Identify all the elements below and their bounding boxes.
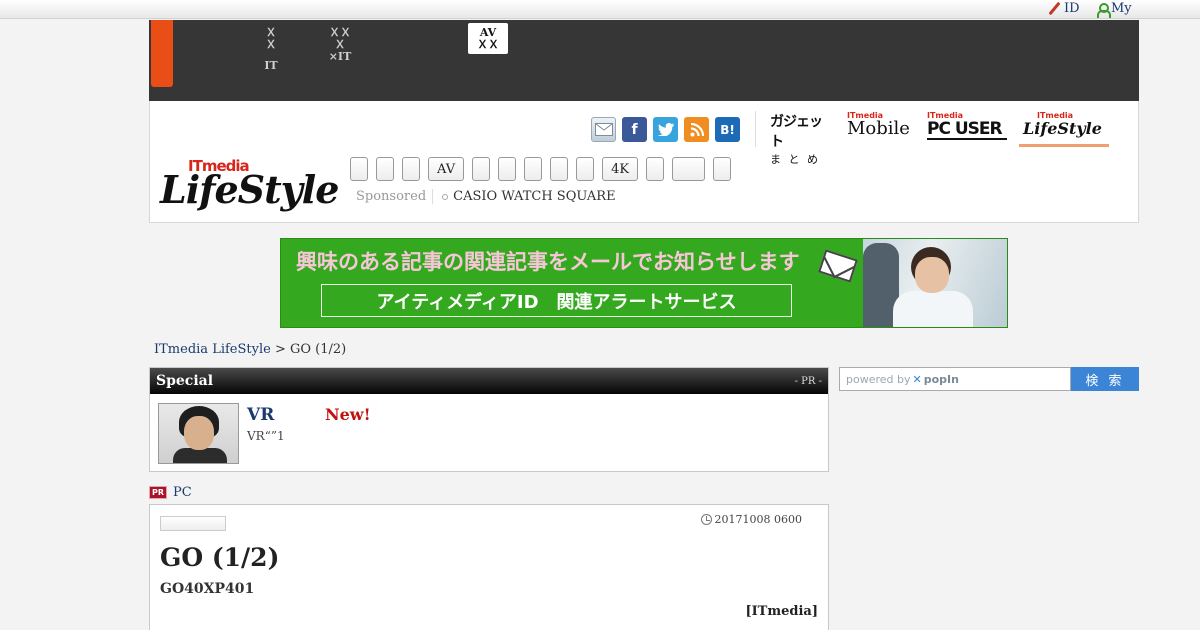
nav-item-2-line1: ＸＸＸ	[329, 26, 351, 51]
site-link-mobile[interactable]: ITmedia Mobile	[847, 111, 917, 138]
article-header: 20171008 0600 GO (1/2) GO40XP401 [ITmedi…	[149, 504, 829, 630]
special-thumbnail[interactable]	[158, 403, 239, 464]
special-header: Special - PR -	[150, 368, 828, 394]
id-link[interactable]: ID	[1047, 1, 1080, 16]
twitter-icon[interactable]	[653, 117, 678, 142]
sponsored-label: Sponsored	[356, 189, 427, 204]
gadget-line2: ま と め	[770, 153, 820, 166]
bullet-icon	[442, 193, 449, 200]
sponsored-row: Sponsored CASIO WATCH SQUARE	[356, 189, 616, 204]
nav-active-line2: ＸＸ	[477, 38, 499, 51]
sponsored-divider	[432, 189, 434, 204]
breadcrumb-current: GO (1/2)	[289, 342, 347, 357]
category-button[interactable]	[713, 157, 732, 181]
category-button[interactable]	[550, 157, 569, 181]
alert-service-banner[interactable]: 興味のある記事の関連記事をメールでお知らせします アイティメディアID 関連アラ…	[280, 238, 1008, 328]
hatena-bookmark-icon[interactable]: B!	[715, 117, 740, 142]
gadget-line1: ガジェット	[770, 114, 823, 150]
breadcrumb: ITmedia LifeStyle > GO (1/2)	[154, 342, 346, 357]
special-pr-label: - PR -	[794, 375, 822, 387]
logo-lifestyle[interactable]: LifeStyle	[160, 167, 339, 212]
facebook-icon[interactable]: f	[622, 117, 647, 142]
site-search: powered by ✕ popIn 検 索	[839, 367, 1139, 391]
site-header: f B! ガジェット ま と め ITmedia Mobile ITmedia …	[149, 101, 1139, 223]
lifestyle-name: LifeStyle	[1023, 119, 1102, 138]
search-button[interactable]: 検 索	[1071, 367, 1139, 391]
envelope-icon	[818, 249, 858, 283]
pencil-icon	[1047, 2, 1061, 16]
global-nav: ＸＸ IT ＸＸＸ ×IT AV ＸＸ	[149, 20, 1139, 102]
nav-item-2[interactable]: ＸＸＸ ×IT	[325, 27, 355, 63]
user-icon	[1096, 2, 1111, 18]
category-button[interactable]	[646, 157, 665, 181]
mobile-name: Mobile	[847, 118, 910, 139]
nav-item-1-line1: ＸＸ	[265, 26, 277, 51]
pr-badge: PR	[149, 486, 168, 499]
site-link-gadget[interactable]: ガジェット ま と め	[770, 111, 830, 167]
category-button[interactable]	[576, 157, 595, 181]
header-divider	[755, 111, 756, 147]
article-date: 20171008 0600	[700, 513, 802, 526]
rss-icon[interactable]	[684, 117, 709, 142]
id-link-label: ID	[1064, 1, 1080, 16]
category-button[interactable]	[524, 157, 543, 181]
nav-accent-tab[interactable]	[151, 20, 173, 87]
search-powered-by: powered by	[846, 372, 911, 386]
article-category-tag[interactable]	[160, 516, 226, 531]
nav-item-1[interactable]: ＸＸ IT	[261, 27, 281, 72]
site-link-pcuser[interactable]: ITmedia PC USER	[927, 111, 1011, 140]
category-button[interactable]	[672, 157, 706, 181]
mail-icon[interactable]	[591, 117, 616, 142]
special-item-title[interactable]: VR	[247, 405, 274, 425]
new-badge: New!	[325, 405, 371, 424]
popin-logo-icon: ✕	[912, 372, 922, 386]
nav-item-1-line2: IT	[264, 59, 278, 72]
sponsored-link[interactable]: CASIO WATCH SQUARE	[453, 189, 615, 204]
nav-item-av-active[interactable]: AV ＸＸ	[468, 23, 508, 54]
category-button[interactable]	[376, 157, 394, 181]
hatena-label: B!	[720, 122, 735, 137]
article-date-text: 20171008 0600	[714, 513, 802, 526]
banner-service-box: アイティメディアID 関連アラートサービス	[321, 284, 792, 317]
my-link[interactable]: My	[1096, 1, 1132, 18]
nav-item-2-line2: ×IT	[328, 50, 352, 63]
pr-link-text[interactable]: PC	[173, 485, 192, 500]
article-title: GO (1/2)	[160, 543, 280, 572]
clock-icon	[700, 514, 712, 525]
special-box: Special - PR - VR New! VR“”1	[149, 367, 829, 472]
breadcrumb-separator: >	[270, 342, 290, 357]
category-button[interactable]	[402, 157, 420, 181]
category-button[interactable]	[498, 157, 517, 181]
search-brand: popIn	[923, 372, 959, 386]
pr-link-row[interactable]: PR PC	[149, 485, 192, 500]
article-source: [ITmedia]	[745, 604, 818, 619]
special-item-desc: VR“”1	[247, 429, 285, 443]
category-nav: AV 4K	[350, 157, 732, 181]
my-link-label: My	[1111, 1, 1132, 16]
search-input[interactable]: powered by ✕ popIn	[839, 367, 1071, 391]
breadcrumb-home[interactable]: ITmedia LifeStyle	[154, 342, 271, 357]
category-button-av[interactable]: AV	[428, 157, 465, 181]
site-link-lifestyle-active[interactable]: ITmedia LifeStyle	[1019, 111, 1109, 147]
banner-photo	[863, 239, 1007, 327]
pcuser-name: PC USER	[927, 120, 1007, 140]
special-heading: Special	[156, 373, 214, 389]
category-button[interactable]	[350, 157, 368, 181]
top-utility-bar: ID My	[0, 0, 1200, 19]
banner-headline: 興味のある記事の関連記事をメールでお知らせします	[296, 250, 800, 274]
category-button[interactable]	[472, 157, 491, 181]
social-share-bar: f B!	[591, 117, 740, 142]
category-button-4k[interactable]: 4K	[602, 157, 639, 181]
article-subtitle: GO40XP401	[160, 581, 255, 597]
